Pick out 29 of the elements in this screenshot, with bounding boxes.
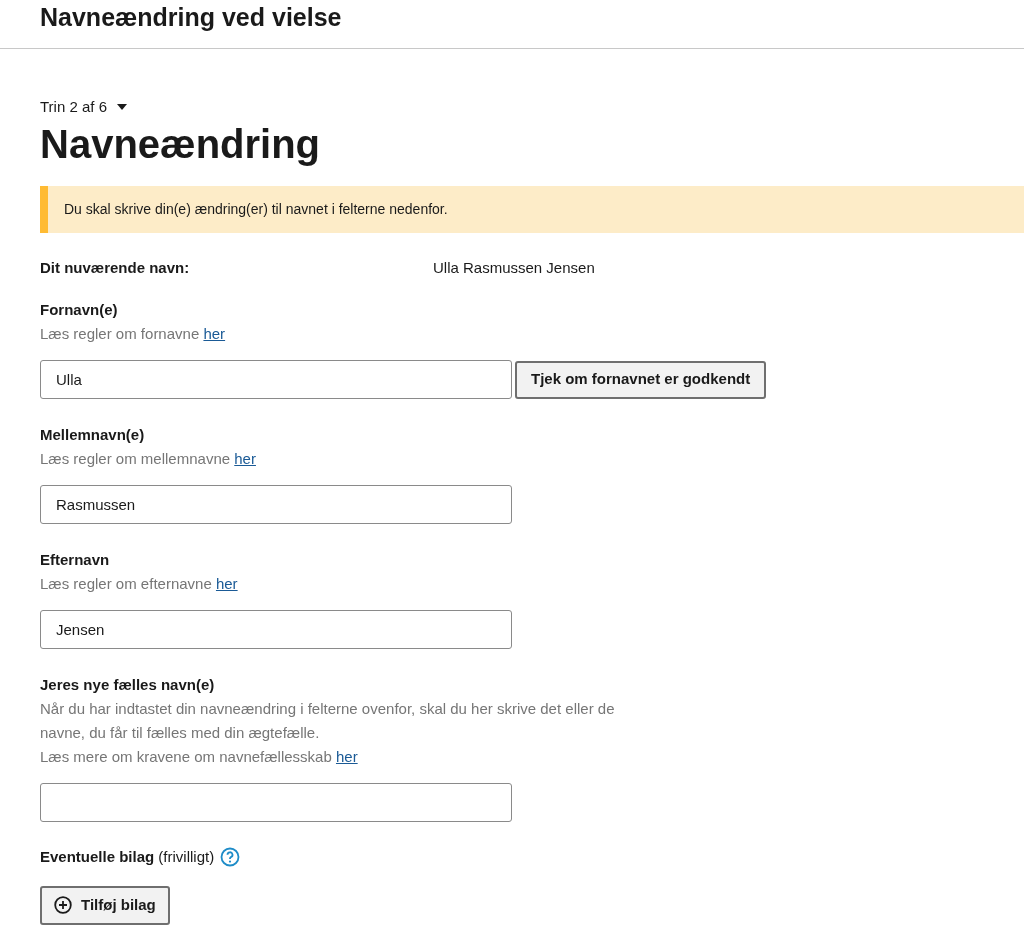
attachments-label: Eventuelle bilag (frivilligt) bbox=[40, 847, 215, 867]
field-hint: Læs regler om efternavne her bbox=[40, 574, 239, 594]
page-header-title: Navneændring ved vielse bbox=[40, 2, 342, 33]
notice-banner: Du skal skrive din(e) ændring(er) til navnet i felterne nedenfor. bbox=[40, 186, 1024, 233]
field-label: Fornavn(e) bbox=[40, 300, 119, 320]
text-input[interactable]: Jensen bbox=[40, 610, 512, 649]
rules-link[interactable]: her bbox=[335, 748, 358, 765]
field-hint: Læs regler om mellemnavne her bbox=[40, 449, 257, 469]
text-input[interactable]: Ulla bbox=[40, 360, 512, 399]
help-icon[interactable] bbox=[220, 847, 241, 868]
field-label: Jeres nye fælles navn(e) bbox=[40, 675, 216, 695]
field-label: Mellemnavn(e) bbox=[40, 425, 146, 445]
rules-link[interactable]: her bbox=[203, 325, 226, 342]
field-description: Når du har indtastet din navneændring i felterne ovenfor, skal du her skrive det eller de navne, du får til fælles med din ægtefælle. bbox=[40, 699, 616, 743]
field-hint: Læs regler om fornavne her bbox=[40, 324, 227, 344]
field-hint: Læs mere om kravene om navnefællesskab her bbox=[40, 747, 359, 767]
step-dropdown[interactable]: Trin 2 af 6 bbox=[40, 97, 127, 117]
current-name-value: Ulla Rasmussen Jensen bbox=[433, 258, 595, 278]
page-heading: Navneændring bbox=[40, 121, 322, 168]
rules-link[interactable]: her bbox=[234, 450, 256, 467]
caret-icon bbox=[117, 104, 127, 110]
text-input[interactable]: Rasmussen bbox=[40, 485, 512, 524]
check-name-button[interactable]: Tjek om fornavnet er godkendt bbox=[515, 360, 767, 399]
text-input[interactable] bbox=[40, 783, 512, 822]
plus-circle-icon bbox=[54, 896, 72, 914]
current-name-label: Dit nuværende navn: bbox=[40, 258, 191, 278]
field-label: Efternavn bbox=[40, 550, 111, 570]
rules-link[interactable]: her bbox=[215, 575, 238, 592]
add-attachment-button[interactable]: Tilføj bilag bbox=[40, 885, 170, 925]
